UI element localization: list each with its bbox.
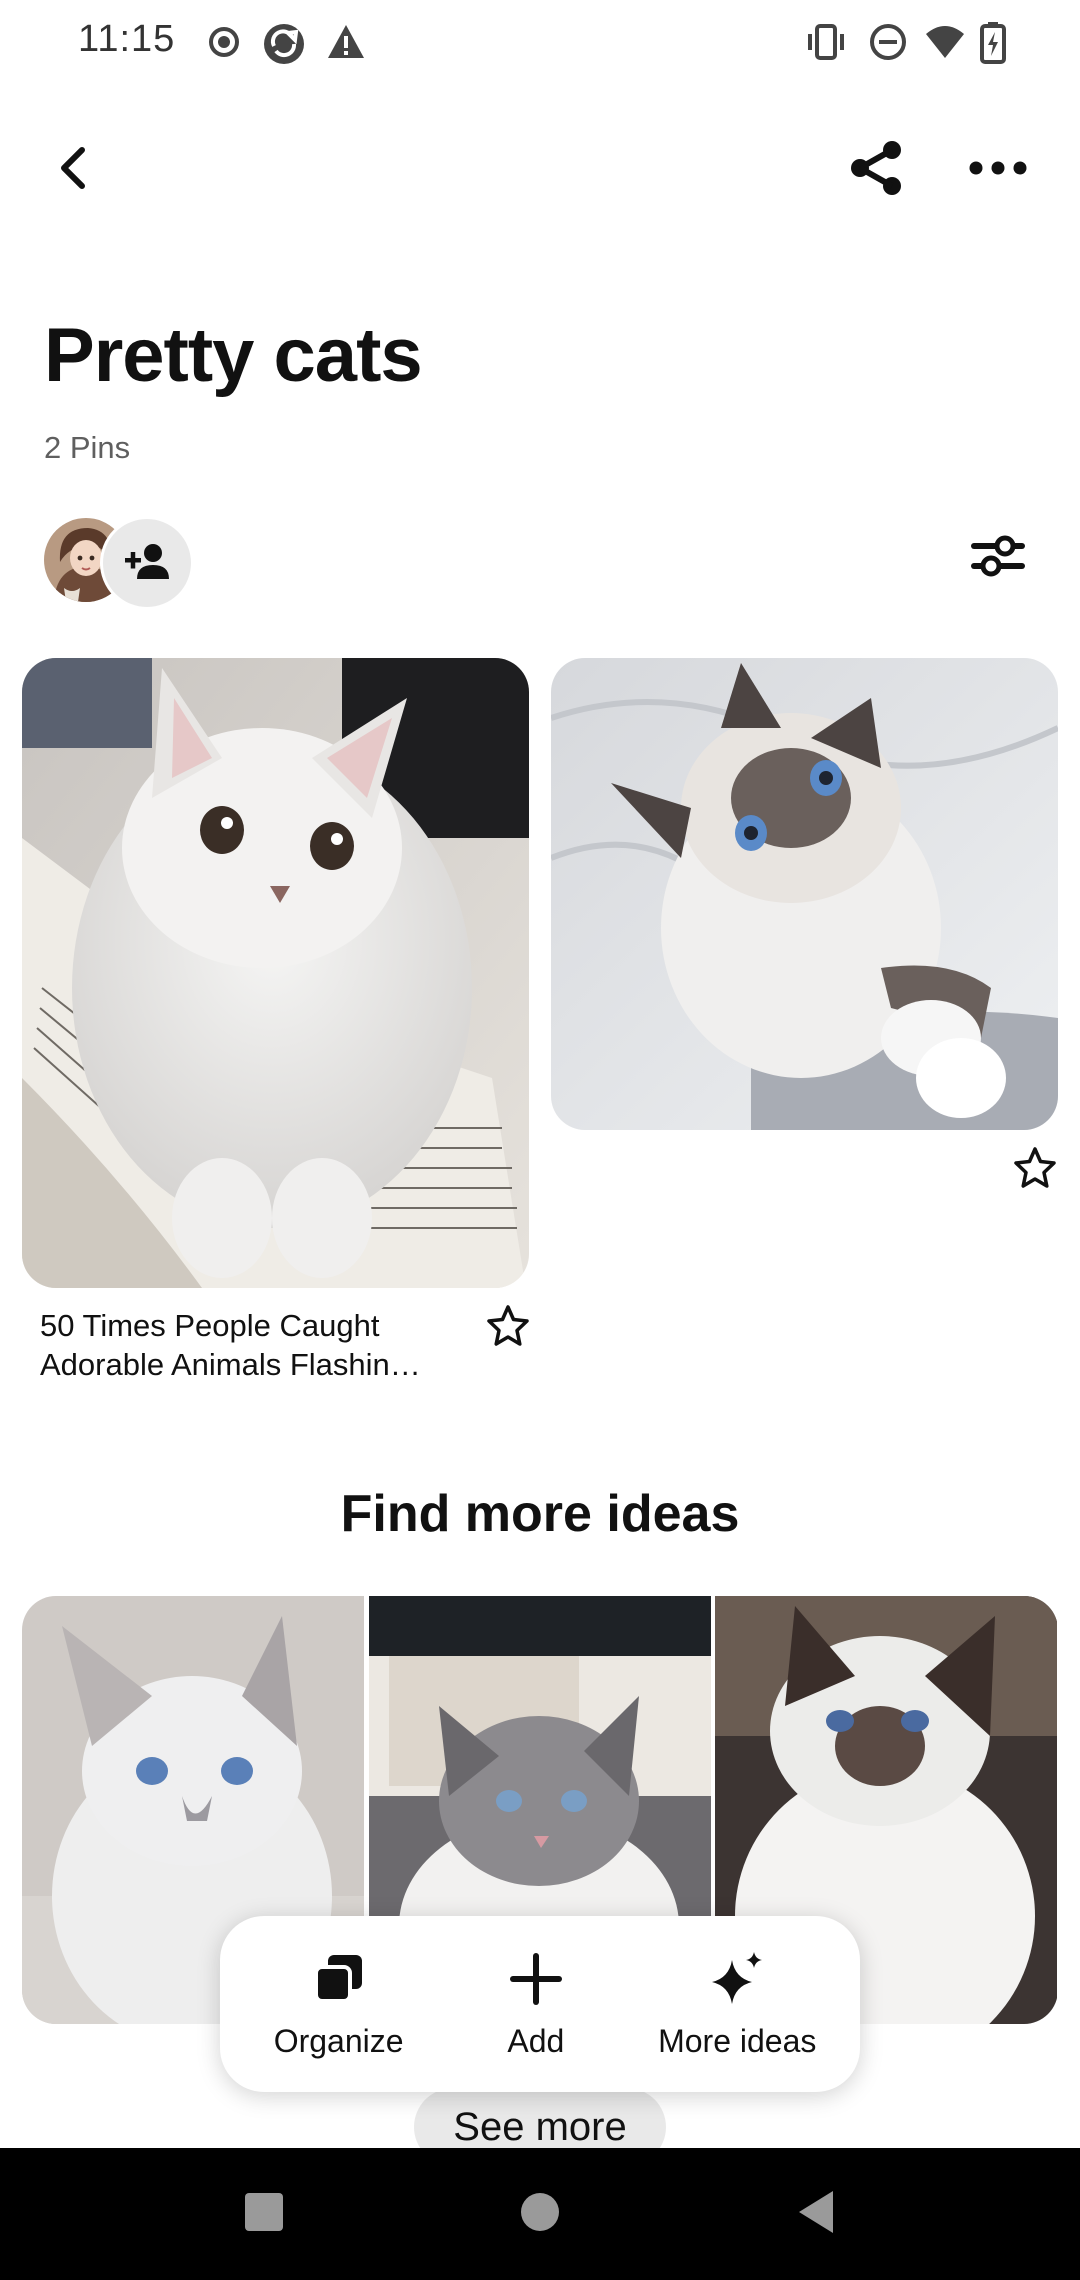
organize-label: Organize [273,2022,404,2059]
recents-button[interactable] [222,2172,306,2256]
save-pin-2-button[interactable] [1005,1140,1065,1200]
add-button[interactable]: Add [461,1929,611,2079]
board-screen: 11:15 Pretty cats 2 Pins 50 Times People… [0,0,1080,2280]
more-ideas-label: More ideas [658,2022,817,2059]
vibrate-icon [804,22,844,62]
star-outline-icon [486,1304,530,1353]
pin-image-2[interactable] [551,658,1058,1130]
home-circle-icon [519,2191,561,2238]
system-nav-bar [0,2148,1080,2280]
organize-button[interactable]: Organize [264,1929,414,2079]
status-time: 11:15 [78,18,176,60]
star-outline-icon [1013,1146,1057,1195]
recents-square-icon [243,2191,285,2238]
share-button[interactable] [832,126,920,214]
pin-image-1[interactable] [22,658,529,1288]
board-title: Pretty cats [44,313,423,398]
add-collaborator-button[interactable] [100,516,194,610]
more-ideas-button[interactable]: More ideas [658,1929,816,2079]
do-not-disturb-icon [868,22,908,62]
back-triangle-icon [795,2189,837,2240]
back-arrow-icon [50,144,98,197]
more-options-button[interactable] [954,126,1042,214]
filter-sliders-icon [969,529,1027,588]
record-icon [204,22,244,62]
sparkle-icon [707,1949,767,2009]
warning-icon [326,22,366,62]
home-button[interactable] [498,2172,582,2256]
plus-icon [506,1949,566,2009]
wifi-icon [924,22,964,62]
battery-charging-icon [980,22,1020,64]
system-back-button[interactable] [774,2172,858,2256]
share-icon [846,138,906,203]
pin-count: 2 Pins [44,430,131,465]
find-more-ideas-heading: Find more ideas [340,1485,740,1543]
pin-title-1[interactable]: 50 Times People Caught Adorable Animals … [40,1306,460,1384]
board-action-bar: Organize Add More ideas [220,1916,860,2092]
add-person-icon [123,541,171,586]
filter-button[interactable] [954,514,1042,602]
status-bar: 11:15 [0,0,1080,88]
save-pin-1-button[interactable] [478,1298,538,1358]
organize-icon [309,1949,369,2009]
back-button[interactable] [30,126,118,214]
more-horizontal-icon [968,158,1028,183]
add-label: Add [507,2022,565,2059]
sync-icon [262,22,304,64]
